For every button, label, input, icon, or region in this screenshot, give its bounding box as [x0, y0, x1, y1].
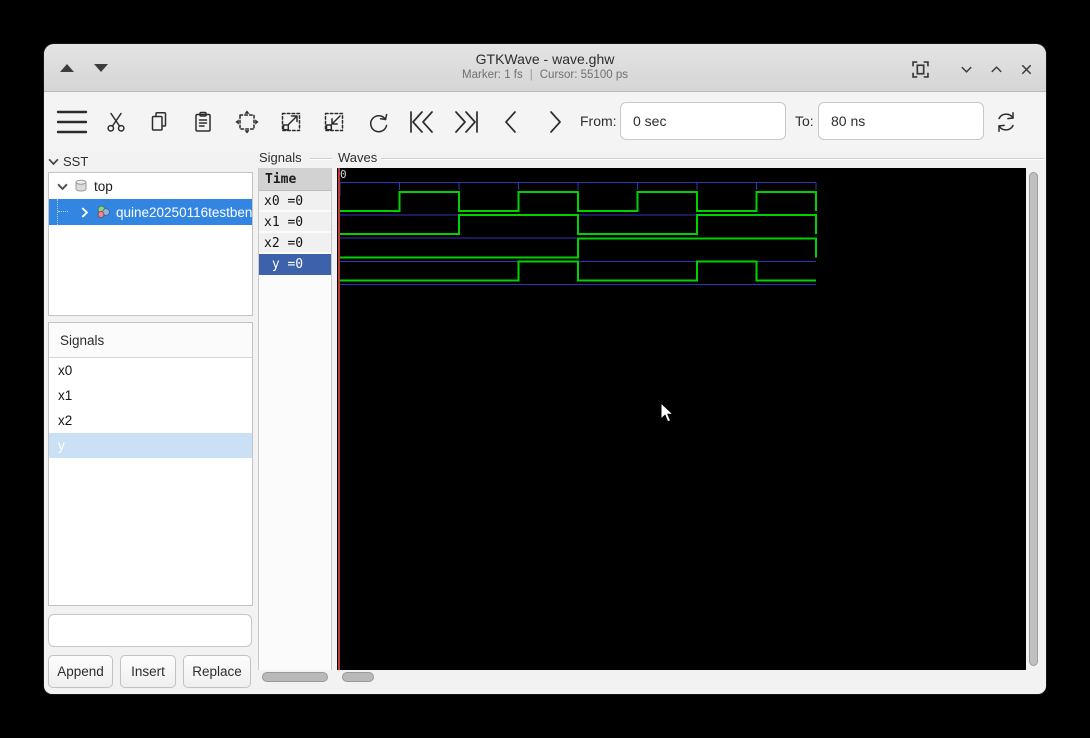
copy-icon [151, 112, 167, 131]
list-item-y[interactable]: y [49, 433, 252, 458]
zoom-in-button[interactable] [271, 103, 311, 141]
titlebar[interactable]: GTKWave - wave.ghw Marker: 1 fs | Cursor: … [44, 44, 1046, 92]
database-cylinder-icon [74, 179, 89, 193]
tree-guide-line [57, 199, 71, 225]
signal-row-x1[interactable]: x1 =0 [259, 212, 331, 233]
from-label: From: [580, 113, 617, 129]
zoom-fit-icon [235, 110, 259, 134]
gtkwave-window: GTKWave - wave.ghw Marker: 1 fs | Cursor: … [44, 44, 1046, 694]
restore-window-button[interactable] [908, 58, 932, 80]
list-item-x0[interactable]: x0 [49, 358, 252, 383]
menu-button[interactable] [52, 103, 92, 141]
expander-down-icon[interactable] [57, 180, 69, 192]
shift-left-button[interactable] [491, 103, 531, 141]
signal-row-x0[interactable]: x0 =0 [259, 191, 331, 212]
sst-signals-list: Signals x0 x1 x2 y [48, 322, 253, 606]
window-restore-icon [911, 60, 929, 78]
reload-button[interactable] [986, 103, 1026, 141]
waves-frame-label: Waves [338, 150, 378, 165]
insert-button[interactable]: Insert [120, 655, 176, 688]
minimize-button[interactable] [954, 58, 978, 80]
window-title: GTKWave - wave.ghw [475, 51, 615, 67]
sst-section-header[interactable]: SST [48, 152, 88, 170]
chevron-left-icon [505, 111, 516, 133]
desktop-background: GTKWave - wave.ghw Marker: 1 fs | Cursor: … [0, 0, 1090, 738]
scissors-icon [107, 112, 125, 132]
close-icon [1021, 64, 1031, 74]
expander-right-icon[interactable] [79, 206, 91, 218]
waves-vscrollbar-thumb[interactable] [1029, 172, 1038, 666]
hamburger-menu-icon [56, 110, 88, 134]
sst-label: SST [63, 153, 89, 169]
tree-item-label: top [94, 178, 113, 194]
signals-hscrollbar-thumb[interactable] [262, 672, 328, 682]
mouse-cursor [660, 402, 675, 423]
tree-item-label: quine20250116testbench [116, 204, 252, 220]
zoom-out-icon [324, 112, 344, 132]
signal-row-y[interactable]: y =0 [259, 254, 331, 275]
chevron-up-icon [990, 65, 1002, 72]
close-button[interactable] [1014, 58, 1038, 80]
expander-down-icon [48, 158, 59, 165]
to-input[interactable] [818, 102, 984, 140]
tree-item-top[interactable]: top [49, 173, 252, 199]
from-input[interactable] [620, 102, 786, 140]
skip-to-end-button[interactable] [446, 103, 486, 141]
timescale-origin-label: 0 [340, 168, 347, 181]
chevron-right-icon [550, 111, 561, 133]
maximize-button[interactable] [984, 58, 1008, 80]
tree-item-testbench[interactable]: quine20250116testbench [49, 199, 252, 225]
status-separator: | [529, 69, 533, 81]
cut-button[interactable] [96, 103, 136, 141]
zoom-fit-button[interactable] [227, 103, 267, 141]
time-header: Time [259, 168, 331, 191]
waves-frame-groove [381, 158, 1044, 159]
search-input[interactable] [59, 615, 251, 646]
waveform-traces [338, 168, 817, 670]
sst-tree: top quine20250116testbench [48, 172, 253, 316]
reload-icon [998, 112, 1014, 132]
waveform-canvas[interactable]: 0 [337, 168, 1026, 670]
skip-to-start-button[interactable] [402, 103, 442, 141]
undo-button[interactable] [358, 103, 398, 141]
module-icon [96, 205, 111, 219]
signals-name-column: Time x0 =0 x1 =0 x2 =0 y =0 [258, 168, 332, 670]
copy-button[interactable] [139, 103, 179, 141]
list-item-x2[interactable]: x2 [49, 408, 252, 433]
clipboard-paste-icon [195, 111, 211, 132]
status-subtitle: Marker: 1 fs | Cursor: 55100 ps [44, 68, 1046, 83]
cursor-status: Cursor: 55100 ps [539, 69, 628, 81]
signals-frame-groove [310, 158, 332, 159]
waves-hscrollbar-thumb[interactable] [342, 672, 374, 682]
list-item-x1[interactable]: x1 [49, 383, 252, 408]
signal-row-x2[interactable]: x2 =0 [259, 233, 331, 254]
paste-button[interactable] [183, 103, 223, 141]
zoom-out-button[interactable] [314, 103, 354, 141]
signal-search-box[interactable] [48, 614, 252, 647]
undo-arrow-icon [369, 113, 387, 132]
skip-start-icon [410, 111, 433, 133]
shift-right-button[interactable] [535, 103, 575, 141]
zoom-in-icon [281, 112, 301, 132]
skip-end-icon [455, 111, 478, 133]
to-label: To: [795, 113, 814, 129]
signals-list-header: Signals [49, 323, 252, 358]
marker-status: Marker: 1 fs [462, 69, 523, 81]
chevron-down-icon [960, 66, 972, 73]
replace-button[interactable]: Replace [183, 655, 251, 688]
append-button[interactable]: Append [48, 655, 113, 688]
toolbar: From: To: [44, 93, 1046, 151]
signals-frame-label: Signals [259, 150, 302, 165]
